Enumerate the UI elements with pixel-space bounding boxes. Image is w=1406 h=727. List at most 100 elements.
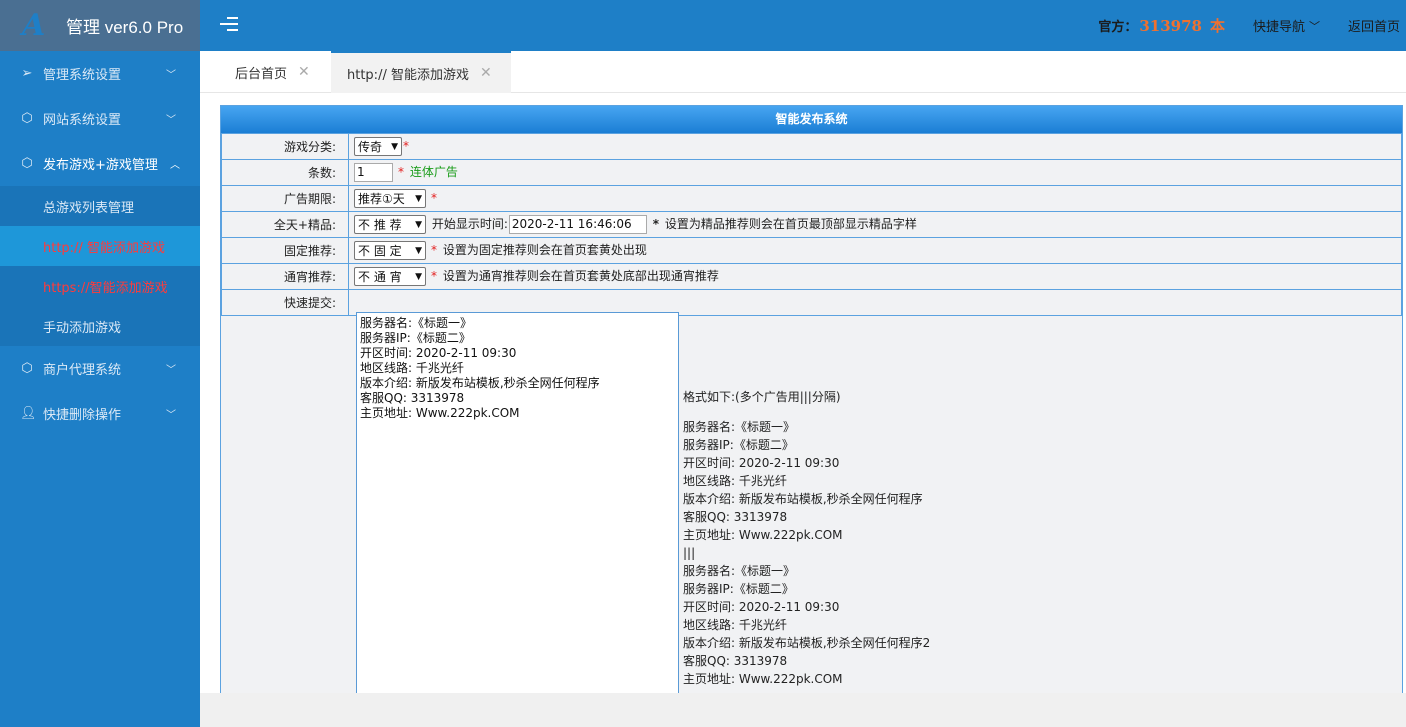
sidebar-item-label: 发布游戏+游戏管理 — [43, 158, 158, 173]
format-line: ||| — [683, 546, 696, 560]
sidebar: ➢ 管理系统设置 ﹀ ⬡ 网站系统设置 ﹀ ⬡ 发布游戏+游戏管理 ︿ 总游戏列… — [0, 51, 200, 727]
format-line: 地区线路: 千兆光纤 — [683, 474, 787, 488]
format-line: 服务器名:《标题一》 — [683, 564, 796, 578]
tab-home[interactable]: 后台首页 ✕ — [235, 51, 310, 93]
sidebar-item-label: 快捷删除操作 — [43, 408, 122, 423]
top-bar: A 管理 ver6.0 Pro 官方： 313978 本 快捷导航 ﹀ 返回首页 — [0, 0, 1406, 51]
count-input[interactable]: 1 — [354, 163, 393, 182]
sidebar-item-admin-settings[interactable]: ➢ 管理系统设置 ﹀ — [0, 51, 200, 96]
format-line: 客服QQ: 3313978 — [683, 654, 788, 668]
sidebar-item-merchant[interactable]: ⬡ 商户代理系统 ﹀ — [0, 346, 200, 391]
row-quick-submit: 快速提交: 服务器名:《标题一》 服务器IP:《标题二》 开区时间: 2020-… — [221, 289, 1402, 705]
allday-note: 设置为精品推荐则会在首页最顶部显示精品字样 — [664, 217, 917, 231]
close-icon[interactable]: ✕ — [298, 64, 310, 80]
publish-form: 游戏分类: 传奇 ▼ * 条数: 1 * 连体广告 广告期限: 推荐①天 ▼ * 全天+精 — [221, 133, 1402, 705]
logo-icon: A — [22, 8, 46, 43]
format-line: 服务器名:《标题一》 — [683, 420, 796, 434]
tab-http-add-game[interactable]: http:// 智能添加游戏 ✕ — [331, 51, 511, 93]
bottom-area — [200, 693, 1406, 727]
format-line: 客服QQ: 3313978 — [683, 510, 788, 524]
brand-title: 管理 ver6.0 Pro — [66, 18, 184, 37]
chevron-down-icon: ﹀ — [166, 365, 176, 376]
sidebar-item-quick-delete[interactable]: 👤︎ 快捷删除操作 ﹀ — [0, 391, 200, 436]
chevron-down-icon: ﹀ — [166, 115, 176, 126]
required-mark: * — [398, 165, 404, 179]
chevron-down-icon: ﹀ — [166, 410, 176, 421]
format-line: 开区时间: 2020-2-11 09:30 — [683, 600, 840, 614]
format-head: 格式如下:(多个广告用|||分隔) — [683, 390, 841, 404]
row-ad-period: 广告期限: 推荐①天 ▼ * — [221, 185, 1402, 212]
sidebar-item-label: 网站系统设置 — [43, 113, 122, 128]
sidebar-item-site-settings[interactable]: ⬡ 网站系统设置 ﹀ — [0, 96, 200, 141]
chevron-up-icon: ︿ — [170, 160, 180, 171]
tab-label: 后台首页 — [235, 66, 288, 82]
quick-submit-label: 快速提交: — [221, 289, 349, 316]
sidebar-item-label: 商户代理系统 — [43, 363, 122, 378]
fixed-note: 设置为固定推荐则会在首页套黄处出现 — [442, 243, 647, 257]
sidebar-subitem-http-add[interactable]: http:// 智能添加游戏 — [0, 226, 200, 266]
sidebar-item-game-publish[interactable]: ⬡ 发布游戏+游戏管理 ︿ — [0, 141, 200, 186]
send-icon: ➢ — [21, 66, 33, 81]
overnight-note: 设置为通宵推荐则会在首页套黄处底部出现通宵推荐 — [442, 269, 719, 283]
quick-nav-label: 快捷导航 — [1252, 20, 1305, 35]
format-help: 格式如下:(多个广告用|||分隔) 服务器名:《标题一》 服务器IP:《标题二》… — [683, 388, 930, 688]
sidebar-submenu: 总游戏列表管理 http:// 智能添加游戏 https://智能添加游戏 手动… — [0, 186, 200, 346]
count-label: 条数: — [221, 159, 349, 186]
tab-label: http:// 智能添加游戏 — [347, 67, 469, 83]
sidebar-subitem-manual-add[interactable]: 手动添加游戏 — [0, 306, 200, 346]
count-note: 连体广告 — [409, 165, 458, 179]
required-mark: * — [431, 269, 437, 283]
format-line: 服务器IP:《标题二》 — [683, 582, 794, 596]
chevron-down-icon: ﹀ — [1308, 19, 1320, 33]
tab-bar: 后台首页 ✕ http:// 智能添加游戏 ✕ — [200, 51, 1406, 93]
sidebar-subitem-https-add[interactable]: https://智能添加游戏 — [0, 266, 200, 306]
overnight-select[interactable]: 不 通 宵 ▼ — [354, 267, 426, 286]
format-line: 版本介绍: 新版发布站模板,秒杀全网任何程序 — [683, 492, 923, 506]
row-category: 游戏分类: 传奇 ▼ * — [221, 133, 1402, 160]
category-select[interactable]: 传奇 ▼ — [354, 137, 402, 156]
publish-panel: 智能发布系统 游戏分类: 传奇 ▼ * 条数: 1 * 连体广告 广告期限: 推荐①天… — [220, 105, 1403, 705]
ad-period-select[interactable]: 推荐①天 ▼ — [354, 189, 426, 208]
header-actions: 官方： 313978 本 快捷导航 ﹀ 返回首页 — [1098, 0, 1400, 51]
user-icon: 👤︎ — [20, 406, 37, 421]
ad-period-label: 广告期限: — [221, 185, 349, 212]
chevron-down-icon: ﹀ — [166, 70, 176, 81]
required-mark: * — [652, 217, 659, 231]
sidebar-subitem-game-list[interactable]: 总游戏列表管理 — [0, 186, 200, 226]
cube-icon: ⬡ — [21, 156, 33, 171]
quick-nav-menu[interactable]: 快捷导航 ﹀ — [1252, 16, 1320, 36]
menu-toggle-icon[interactable] — [220, 17, 238, 35]
cube-icon: ⬡ — [21, 361, 33, 376]
official-suffix: 本 — [1209, 17, 1225, 35]
row-fixed: 固定推荐: 不 固 定 ▼ * 设置为固定推荐则会在首页套黄处出现 — [221, 237, 1402, 264]
required-mark: * — [403, 139, 409, 153]
format-line: 开区时间: 2020-2-11 09:30 — [683, 456, 840, 470]
close-icon[interactable]: ✕ — [480, 65, 492, 81]
cube-icon: ⬡ — [21, 111, 33, 126]
format-line: 主页地址: Www.222pk.COM — [683, 672, 843, 686]
format-line: 服务器IP:《标题二》 — [683, 438, 794, 452]
quick-submit-textarea[interactable]: 服务器名:《标题一》 服务器IP:《标题二》 开区时间: 2020-2-11 0… — [356, 312, 679, 705]
format-line: 版本介绍: 新版发布站模板,秒杀全网任何程序2 — [683, 636, 931, 650]
brand[interactable]: A 管理 ver6.0 Pro — [0, 0, 200, 51]
format-line: 主页地址: Www.222pk.COM — [683, 528, 843, 542]
allday-select[interactable]: 不 推 荐 ▼ — [354, 215, 426, 234]
panel-title: 智能发布系统 — [221, 106, 1402, 133]
back-home-link[interactable]: 返回首页 — [1348, 16, 1400, 35]
row-count: 条数: 1 * 连体广告 — [221, 159, 1402, 186]
sidebar-item-label: 管理系统设置 — [43, 68, 122, 83]
start-time-label: 开始显示时间: — [431, 217, 508, 231]
row-allday: 全天+精品: 不 推 荐 ▼ 开始显示时间: 2020-2-11 16:46:06 … — [221, 211, 1402, 238]
start-time-input[interactable]: 2020-2-11 16:46:06 — [508, 215, 647, 234]
format-line: 地区线路: 千兆光纤 — [683, 618, 787, 632]
required-mark: * — [431, 243, 437, 257]
fixed-select[interactable]: 不 固 定 ▼ — [354, 241, 426, 260]
official-number: 313978 — [1139, 16, 1202, 35]
main-content: 智能发布系统 游戏分类: 传奇 ▼ * 条数: 1 * 连体广告 广告期限: 推荐①天… — [200, 93, 1406, 705]
overnight-label: 通宵推荐: — [221, 263, 349, 290]
official-label: 官方： — [1098, 20, 1138, 35]
allday-label: 全天+精品: — [221, 211, 349, 238]
category-label: 游戏分类: — [221, 133, 349, 160]
fixed-label: 固定推荐: — [221, 237, 349, 264]
required-mark: * — [431, 191, 437, 205]
